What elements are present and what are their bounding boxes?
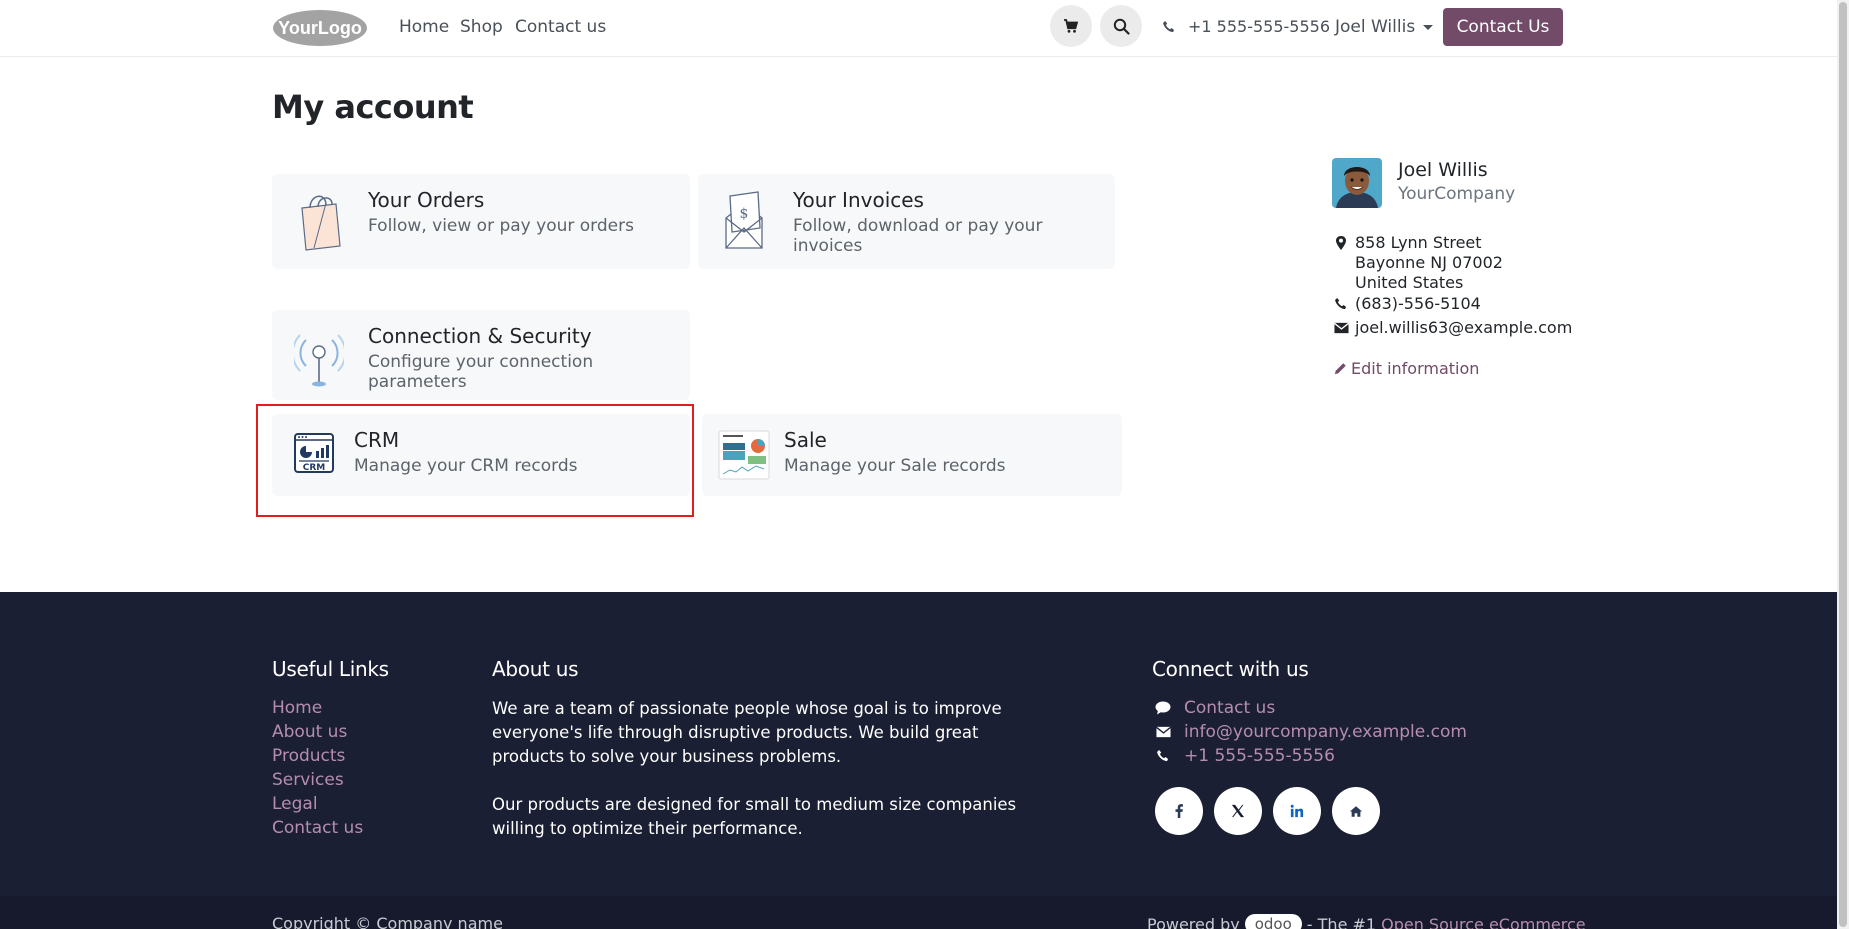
site-logo[interactable]: YourLogo [272, 9, 368, 47]
card-title: Connection & Security [368, 324, 592, 348]
facebook-button[interactable] [1155, 787, 1203, 835]
nav-home[interactable]: Home [399, 17, 449, 37]
orders-card[interactable]: Your Orders Follow, view or pay your ord… [272, 174, 690, 269]
scrollbar[interactable] [1837, 0, 1849, 929]
card-title: Your Orders [368, 188, 485, 212]
pencil-icon [1334, 363, 1346, 375]
envelope-icon [1155, 726, 1171, 738]
home-icon [1349, 805, 1363, 817]
cart-button[interactable] [1050, 5, 1092, 47]
crm-card-highlight [256, 404, 694, 517]
site-header: YourLogo Home Shop Contact us +1 555-555… [0, 0, 1837, 57]
phone-icon [1163, 20, 1175, 32]
page-title: My account [272, 88, 474, 126]
nav-contact-us[interactable]: Contact us [515, 17, 606, 37]
x-button[interactable] [1214, 787, 1262, 835]
footer-link-home[interactable]: Home [272, 698, 322, 718]
map-marker-icon [1336, 236, 1346, 250]
footer-link-legal[interactable]: Legal [272, 794, 318, 814]
connection-security-card[interactable]: Connection & Security Configure your con… [272, 310, 690, 400]
sidebar-address-line: Bayonne NJ 07002 [1355, 253, 1503, 272]
card-desc: Configure your connection parameters [368, 352, 594, 392]
header-phone-text: +1 555-555-5556 [1188, 17, 1331, 36]
user-menu-name: Joel Willis [1335, 17, 1416, 37]
scrollbar-thumb[interactable] [1839, 2, 1847, 927]
footer-link-contact-us[interactable]: Contact us [272, 818, 363, 838]
odoo-logo[interactable]: odoo [1244, 914, 1302, 929]
cart-icon [1064, 19, 1079, 33]
footer-link-services[interactable]: Services [272, 770, 344, 790]
x-icon [1231, 804, 1245, 818]
connect-heading: Connect with us [1152, 657, 1309, 681]
powered-by-prefix: Powered by [1147, 914, 1240, 929]
edit-information-link[interactable]: Edit information [1334, 359, 1479, 378]
card-desc: Manage your Sale records [784, 456, 1006, 476]
comment-icon [1155, 701, 1171, 715]
footer-link-products[interactable]: Products [272, 746, 345, 766]
sidebar-address-line: 858 Lynn Street [1355, 233, 1482, 252]
chevron-down-icon [1423, 24, 1434, 30]
search-button[interactable] [1100, 5, 1142, 47]
sidebar-name: Joel Willis [1398, 159, 1488, 181]
avatar [1332, 158, 1382, 208]
phone-icon [1335, 298, 1347, 310]
card-title: Your Invoices [793, 188, 924, 212]
about-us-paragraph: Our products are designed for small to m… [492, 795, 1017, 838]
user-menu[interactable]: Joel Willis [1335, 17, 1434, 37]
svg-text:$: $ [740, 206, 749, 222]
invoices-card[interactable]: $ Your Invoices Follow, download or pay … [698, 174, 1115, 269]
footer-email-text: info@yourcompany.example.com [1184, 722, 1467, 742]
about-us-paragraph: We are a team of passionate people whose… [492, 699, 1002, 766]
powered-by-mid: - The #1 [1306, 914, 1377, 929]
edit-information-text: Edit information [1351, 359, 1480, 378]
phone-icon [1157, 750, 1169, 762]
header-phone[interactable]: +1 555-555-5556 [1162, 17, 1330, 36]
footer-phone-text: +1 555-555-5556 [1184, 746, 1335, 766]
open-source-ecommerce-link[interactable]: Open Source eCommerce [1381, 915, 1586, 929]
sidebar-address-line: United States [1355, 273, 1464, 292]
footer-contact-us[interactable]: Contact us [1154, 698, 1275, 718]
home-button[interactable] [1332, 787, 1380, 835]
envelope-icon [1334, 322, 1349, 334]
linkedin-button[interactable] [1273, 787, 1321, 835]
footer-email[interactable]: info@yourcompany.example.com [1154, 722, 1467, 742]
linkedin-icon [1290, 804, 1304, 818]
useful-links-heading: Useful Links [272, 657, 389, 681]
card-title: Sale [784, 428, 827, 452]
powered-by: Powered by odoo - The #1 Open Source eCo… [1147, 914, 1586, 929]
about-us-heading: About us [492, 657, 579, 681]
sidebar-email: joel.willis63@example.com [1355, 318, 1573, 337]
nav-shop[interactable]: Shop [460, 17, 503, 37]
facebook-icon [1175, 804, 1183, 818]
shopping-bag-icon [301, 195, 341, 251]
contact-us-button[interactable]: Contact Us [1443, 8, 1563, 46]
sidebar-phone: (683)-556-5104 [1355, 294, 1481, 313]
footer-phone[interactable]: +1 555-555-5556 [1154, 746, 1335, 766]
sale-card[interactable]: Sale Manage your Sale records [702, 414, 1122, 496]
copyright-text: Copyright © Company name [272, 914, 503, 929]
search-icon [1113, 18, 1130, 35]
sidebar-company: YourCompany [1398, 184, 1516, 204]
invoice-envelope-icon: $ [725, 191, 763, 249]
card-desc: Follow, view or pay your orders [368, 216, 634, 236]
card-desc: Follow, download or pay your invoices [793, 216, 1043, 256]
footer-link-about-us[interactable]: About us [272, 722, 347, 742]
footer-contact-us-text: Contact us [1184, 698, 1276, 718]
antenna-icon [294, 334, 344, 387]
sale-dashboard-icon [718, 430, 770, 480]
logo-text: YourLogo [278, 18, 362, 38]
